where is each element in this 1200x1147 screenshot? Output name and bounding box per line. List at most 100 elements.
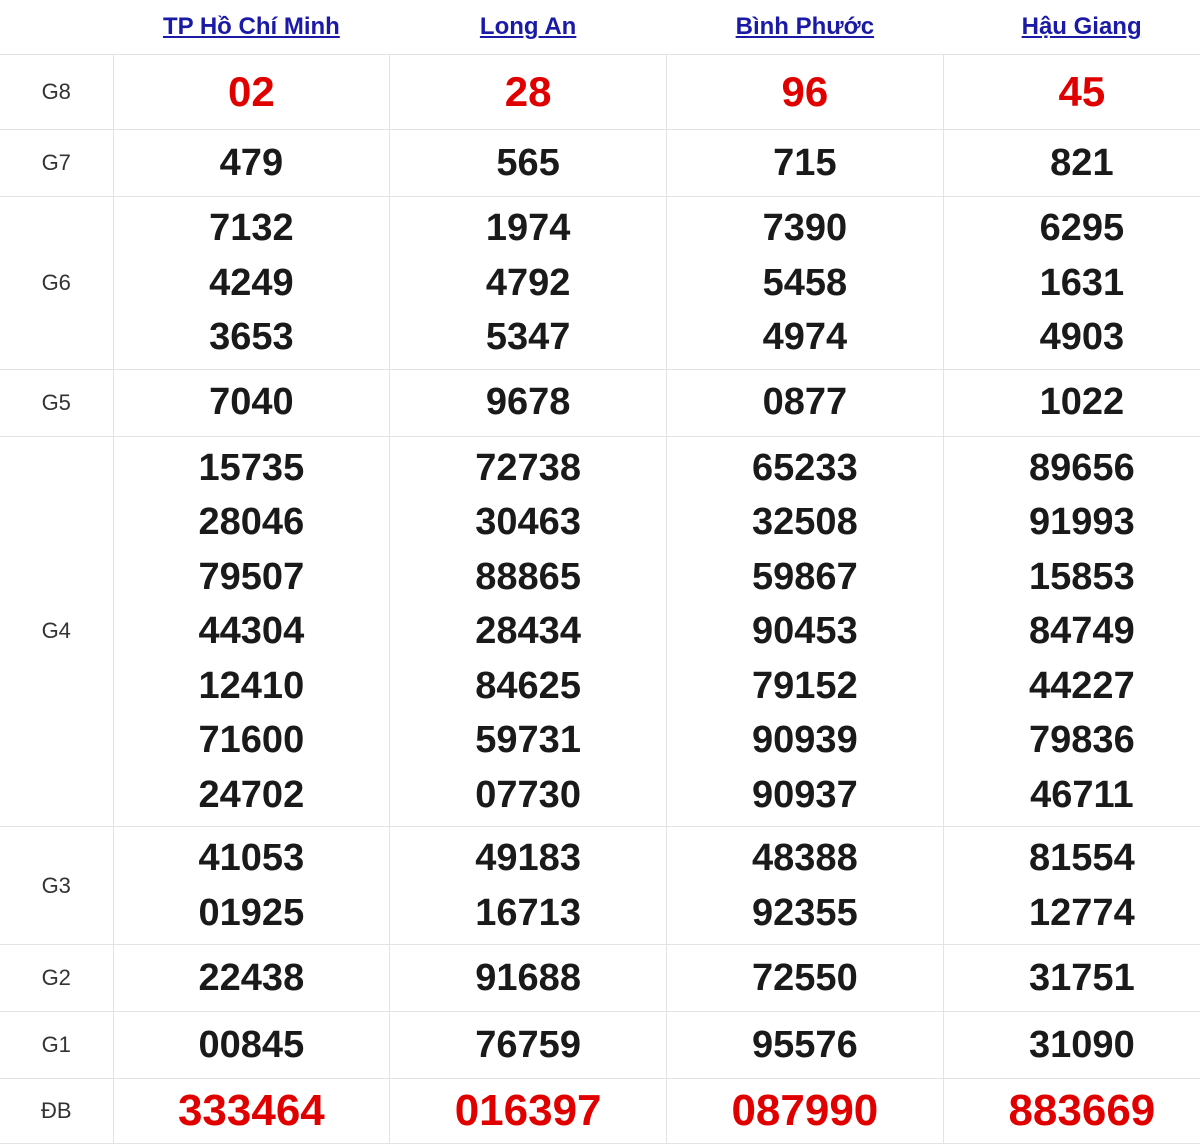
prize-cell: 479: [112, 129, 391, 197]
prize-row-g1: G1 00845 76759 95576 31090: [0, 1011, 1200, 1079]
prize-number: 91993: [1029, 501, 1135, 543]
prize-cell: 41053 01925: [112, 826, 391, 945]
prize-cell: 016397: [389, 1078, 667, 1144]
prize-number: 28046: [198, 501, 305, 543]
province-header-row: TP Hồ Chí Minh Long An Bình Phước Hậu Gi…: [0, 0, 1200, 55]
prize-number: 28: [504, 67, 552, 115]
prize-label: ĐB: [0, 1078, 114, 1144]
prize-label: G8: [0, 54, 114, 130]
prize-number: 1631: [1039, 261, 1125, 304]
prize-cell: 087990: [666, 1078, 944, 1144]
prize-number: 715: [773, 141, 837, 184]
prize-number: 087990: [731, 1085, 879, 1135]
prize-row-g4: G4 15735 28046 79507 44304 12410 71600 24702 727…: [0, 435, 1200, 827]
prize-number: 4903: [1039, 316, 1125, 358]
prize-number: 84625: [475, 664, 581, 707]
prize-cell: 333464: [112, 1078, 391, 1144]
prize-number: 333464: [177, 1085, 325, 1135]
prize-number: 32508: [752, 501, 858, 543]
prize-number: 4792: [485, 261, 571, 304]
prize-number: 45: [1058, 67, 1106, 115]
prize-number: 7390: [762, 207, 848, 249]
prize-cell: 7040: [112, 368, 391, 437]
prize-number: 5458: [762, 261, 848, 304]
prize-number: 15853: [1029, 555, 1135, 598]
prize-label: G3: [0, 826, 114, 945]
province-link-hau-giang[interactable]: Hậu Giang: [1022, 13, 1142, 40]
prize-cell: 96: [666, 54, 944, 130]
prize-row-g8: G8 02 28 96 45: [0, 54, 1200, 130]
lottery-results-table: TP Hồ Chí Minh Long An Bình Phước Hậu Gi…: [0, 0, 1200, 1144]
prize-number: 22438: [198, 956, 305, 999]
prize-number: 79152: [752, 664, 858, 707]
prize-label: G6: [0, 196, 114, 370]
prize-number: 6295: [1039, 207, 1125, 249]
prize-number: 95576: [752, 1023, 858, 1066]
prize-number: 79836: [1029, 719, 1135, 761]
prize-label: G4: [0, 435, 114, 827]
prize-number: 91688: [475, 956, 581, 999]
prize-number: 59731: [475, 719, 581, 761]
province-link-long-an[interactable]: Long An: [480, 13, 576, 40]
prize-row-db: ĐB 333464 016397 087990 883669: [0, 1078, 1200, 1144]
prize-number: 7132: [209, 207, 294, 249]
prize-number: 79507: [198, 555, 305, 598]
prize-number: 90937: [752, 773, 858, 816]
prize-cell: 72550: [666, 944, 944, 1012]
prize-cell: 1974 4792 5347: [389, 196, 667, 370]
prize-cell: 715: [666, 129, 944, 197]
prize-number: 49183: [475, 837, 581, 879]
prize-number: 84749: [1029, 610, 1135, 652]
prize-number: 02: [228, 67, 275, 115]
prize-number: 00845: [198, 1023, 305, 1066]
prize-number: 479: [219, 141, 284, 184]
prize-cell: 9678: [389, 368, 667, 437]
prize-label: G2: [0, 944, 114, 1012]
prize-number: 44304: [198, 610, 305, 652]
prize-cell: 821: [942, 129, 1200, 197]
prize-number: 1022: [1039, 381, 1125, 424]
prize-number: 4974: [762, 316, 848, 358]
prize-number: 46711: [1030, 773, 1134, 816]
prize-row-g3: G3 41053 01925 49183 16713 48388 92355 81554 127…: [0, 826, 1200, 945]
prize-row-g2: G2 22438 91688 72550 31751: [0, 944, 1200, 1012]
prize-cell: 00845: [112, 1011, 391, 1079]
prize-number: 24702: [198, 773, 305, 816]
prize-number: 12410: [198, 664, 305, 707]
prize-number: 41053: [198, 837, 305, 879]
prize-cell: 31090: [942, 1011, 1200, 1079]
prize-label: G5: [0, 368, 114, 437]
prize-row-g7: G7 479 565 715 821: [0, 129, 1200, 197]
prize-cell: 7132 4249 3653: [112, 196, 391, 370]
prize-row-g5: G5 7040 9678 0877 1022: [0, 368, 1200, 437]
prize-cell: 7390 5458 4974: [666, 196, 944, 370]
prize-number: 016397: [454, 1085, 602, 1135]
prize-number: 89656: [1029, 446, 1135, 489]
prize-row-g6: G6 7132 4249 3653 1974 4792 5347 7390 5458 4974 62…: [0, 196, 1200, 370]
prize-number: 72738: [475, 446, 581, 489]
prize-cell: 6295 1631 4903: [942, 196, 1200, 370]
prize-label: G1: [0, 1011, 114, 1079]
prize-number: 12774: [1029, 891, 1135, 934]
prize-number: 4249: [209, 261, 294, 304]
prize-cell: 89656 91993 15853 84749 44227 79836 46711: [942, 435, 1200, 827]
corner-cell: [0, 0, 113, 55]
province-link-tp-ho-chi-minh[interactable]: TP Hồ Chí Minh: [163, 13, 340, 40]
prize-number: 821: [1050, 141, 1114, 184]
prize-number: 92355: [752, 891, 858, 934]
prize-label: G7: [0, 129, 114, 197]
prize-number: 16713: [475, 891, 581, 934]
prize-number: 7040: [209, 381, 294, 424]
prize-cell: 1022: [942, 368, 1200, 437]
prize-cell: 28: [389, 54, 667, 130]
prize-cell: 48388 92355: [666, 826, 944, 945]
prize-cell: 76759: [389, 1011, 667, 1079]
prize-number: 90453: [752, 610, 858, 652]
prize-number: 5347: [485, 316, 571, 358]
prize-cell: 15735 28046 79507 44304 12410 71600 24702: [112, 435, 391, 827]
prize-number: 88865: [475, 555, 581, 598]
province-link-binh-phuoc[interactable]: Bình Phước: [736, 13, 874, 40]
prize-number: 1974: [485, 207, 571, 249]
prize-number: 81554: [1029, 837, 1135, 879]
prize-number: 30463: [475, 501, 581, 543]
